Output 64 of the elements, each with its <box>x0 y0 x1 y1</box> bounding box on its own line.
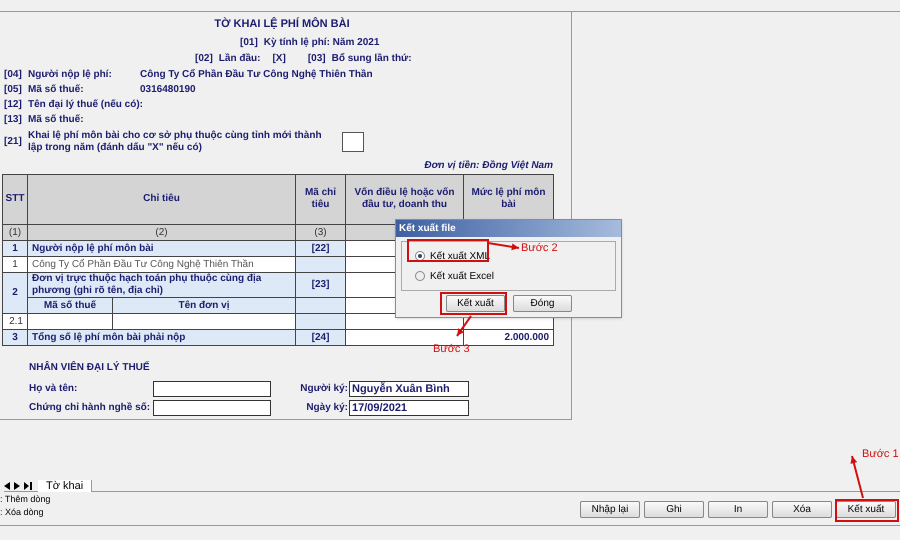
field-label: Mã số thuế: <box>28 113 85 127</box>
action-button[interactable]: Xóa <box>772 501 832 518</box>
table-cell: Tổng số lệ phí môn bài phải nộp <box>28 329 296 345</box>
action-button[interactable]: Kết xuất <box>836 501 896 518</box>
column-header: Chỉ tiêu <box>28 174 296 224</box>
radio-option[interactable]: Kết xuất Excel <box>415 270 494 282</box>
action-button[interactable]: In <box>708 501 768 518</box>
action-button[interactable]: Đóng <box>513 295 572 312</box>
table-cell: Công Ty Cổ Phần Đầu Tư Công Nghệ Thiên Thần <box>28 256 296 272</box>
action-button[interactable]: Nhập lại <box>580 501 640 518</box>
field-code: [01] <box>240 36 258 50</box>
action-button[interactable]: Kết xuất <box>446 295 505 312</box>
table-cell: [24] <box>296 329 346 345</box>
section-title: NHÂN VIÊN ĐẠI LÝ THUẾ <box>29 360 151 374</box>
field-code: [12] <box>3 98 23 112</box>
field-code: [03] <box>308 52 326 66</box>
table-cell: Tên đơn vị <box>112 297 296 313</box>
annotation-label: Bước 2 <box>521 241 558 256</box>
action-button[interactable]: Ghi <box>644 501 704 518</box>
field-label: Khai lệ phí môn bài cho cơ sở phụ thuộc cùng tỉnh mới thành lập trong năm (đánh dấu "X" nếu có) <box>28 130 323 154</box>
field-label: Kỳ tính lệ phí: Năm 2021 <box>264 36 380 50</box>
field-code: [13] <box>3 113 23 127</box>
field-code: [21] <box>3 135 23 149</box>
row-action-link[interactable]: : Thêm dòng <box>0 493 50 506</box>
currency-note: Đơn vị tiền: Đồng Việt Nam <box>423 158 553 172</box>
table-cell: Người nộp lệ phí môn bài <box>28 240 296 256</box>
column-header: STT <box>2 174 28 224</box>
row-action-link[interactable]: : Xóa dòng <box>0 506 50 519</box>
column-index: (3) <box>296 224 346 240</box>
field-label: Mã số thuế: <box>28 83 85 97</box>
column-index: (1) <box>2 224 28 240</box>
field-code: [04] <box>3 68 23 82</box>
field-value: 0316480190 <box>140 83 196 97</box>
field-code: [02] <box>195 52 213 66</box>
dialog-title-bar: Kết xuất file <box>396 220 621 237</box>
input-field[interactable]: Nguyễn Xuân Bình <box>349 380 469 396</box>
field-label: Lần đầu: <box>218 52 260 66</box>
field-label: Người nộp lệ phí: <box>28 68 113 82</box>
table-cell: [23] <box>296 272 346 297</box>
input-field[interactable]: 17/09/2021 <box>349 400 469 416</box>
annotation-label: Bước 1 <box>862 447 899 462</box>
annotation-label: Bước 3 <box>433 342 470 357</box>
field-label: Họ và tên: <box>29 382 78 396</box>
column-header: Mã chỉ tiêu <box>296 174 346 224</box>
field-label: Bổ sung lần thứ: <box>332 52 412 66</box>
field-code: [05] <box>3 83 23 97</box>
field-label: Chứng chỉ hành nghề số: <box>29 401 152 415</box>
field-label: Tên đại lý thuế (nếu có): <box>28 98 140 112</box>
table-cell: Mã số thuế <box>28 297 112 313</box>
field-value: [X] <box>272 52 286 66</box>
sheet-tab[interactable]: Tờ khai <box>38 480 92 492</box>
field-label: Ngày ký: <box>305 401 349 415</box>
table-cell: Đơn vị trực thuộc hạch toán phụ thuộc cùng địa phương (ghi rõ tên, địa chỉ) <box>28 272 296 297</box>
table-cell: 3 <box>2 329 28 345</box>
form-title: TỜ KHAI LỆ PHÍ MÔN BÀI <box>213 16 351 32</box>
table-cell: 2 <box>2 272 28 313</box>
table-cell: 1 <box>2 240 28 256</box>
field-value: Công Ty Cổ Phần Đầu Tư Công Nghệ Thiên Thần <box>140 68 373 82</box>
field-label: Người ký: <box>299 382 349 396</box>
table-cell: 1 <box>2 256 28 272</box>
table-cell: 2.000.000 <box>464 329 554 345</box>
table-cell: 2.1 <box>2 313 28 329</box>
table-cell: [22] <box>296 240 346 256</box>
column-index: (2) <box>28 224 296 240</box>
